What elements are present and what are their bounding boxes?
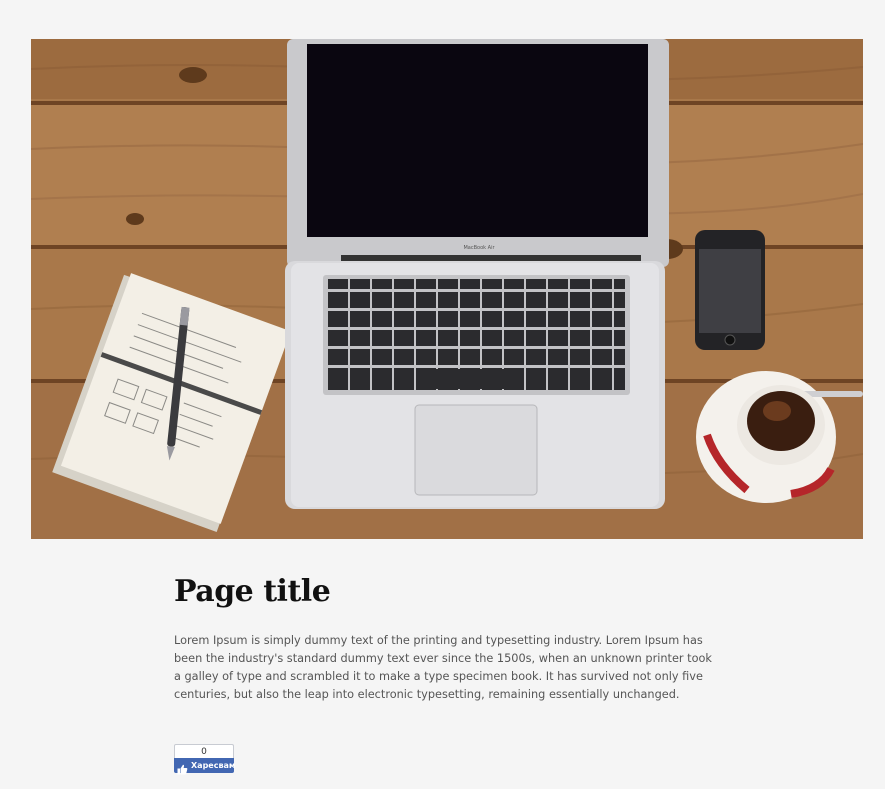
facebook-like-widget[interactable]: 0 Харесвам xyxy=(174,744,236,775)
page: MacBook Air Page title Lorem Ipsum is si… xyxy=(0,0,885,789)
like-button[interactable]: Харесвам xyxy=(174,758,236,775)
article: Page title Lorem Ipsum is simply dummy t… xyxy=(174,570,719,704)
like-count: 0 xyxy=(174,744,234,758)
hero-image: MacBook Air xyxy=(31,39,863,539)
laptop-workspace-photo: MacBook Air xyxy=(31,39,863,539)
laptop-brand-text: MacBook Air xyxy=(463,245,495,251)
article-body: Lorem Ipsum is simply dummy text of the … xyxy=(174,634,712,701)
thumbs-up-icon xyxy=(177,760,188,775)
page-title: Page title xyxy=(174,574,331,609)
like-button-label: Харесвам xyxy=(191,761,236,770)
